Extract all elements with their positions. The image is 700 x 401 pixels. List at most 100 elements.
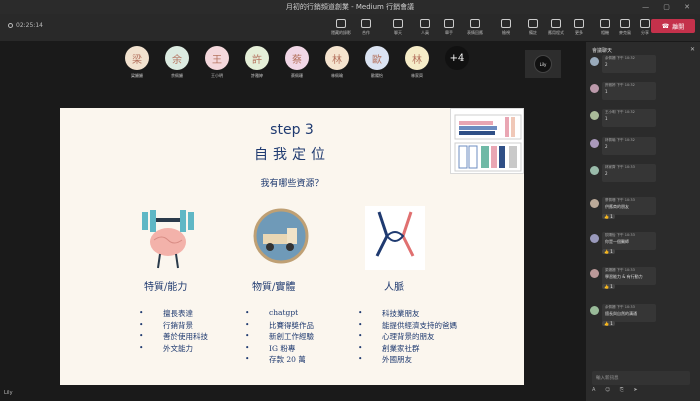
chat-compose-input[interactable]: 輸入新訊息	[592, 371, 690, 385]
reaction-badge[interactable]: 👍 1	[602, 284, 615, 289]
window-titlebar: 月初的行銷頻道創業 - Medium 行銷會議 — ▢ ✕	[0, 0, 700, 14]
record-icon	[336, 19, 346, 28]
truck-medallion-icon	[253, 208, 309, 264]
participant-name: 梁姍姍	[131, 73, 143, 78]
toolbar-button-4[interactable]: 舉手	[436, 17, 462, 39]
avatar	[590, 234, 599, 243]
participant-avatar[interactable]: 林林家齊	[404, 46, 430, 79]
bookshelf-illustration	[450, 108, 524, 174]
avatar	[590, 306, 599, 315]
reaction-badge[interactable]: 👍 1	[602, 214, 615, 219]
participant-avatar[interactable]: 蔡蔡佩珊	[284, 46, 310, 79]
toolbar-button-label: 備註	[529, 30, 537, 35]
column-heading-assets: 物質/實體	[252, 282, 296, 293]
participant-avatar[interactable]: 許許雅婷	[244, 46, 270, 79]
window-controls[interactable]: — ▢ ✕	[642, 0, 696, 14]
message-text: 供應商的朋友	[605, 204, 629, 209]
toolbar-button-label: 檢視	[502, 30, 510, 35]
message-sender: 梁姍姍 下午 10:33	[605, 268, 635, 272]
chat-message[interactable]: 許雅婷 下午 10:32 1	[590, 82, 698, 104]
raise-hand-icon	[444, 19, 454, 28]
reaction-icon	[470, 19, 480, 28]
list-item: 新創工作經驗	[245, 331, 314, 343]
close-icon[interactable]: ✕	[690, 46, 695, 53]
participant-avatar[interactable]: 林林佩瑜	[324, 46, 350, 79]
toolbar-button-label: 舉手	[445, 30, 453, 35]
toolbar-button-6[interactable]: 檢視	[493, 17, 519, 39]
toolbar-button-label: 麥克風	[619, 30, 631, 35]
reaction-badge[interactable]: 👍 1	[602, 321, 615, 326]
column-heading-network: 人脈	[384, 282, 404, 293]
chat-message[interactable]: 歐陽怡 下午 10:33 你是一個醫師 👍 1	[590, 232, 698, 254]
avatar	[590, 84, 599, 93]
toolbar-button-5[interactable]: 表情回應	[462, 17, 488, 39]
list-item: 擅長表達	[139, 308, 208, 320]
compose-toolbar[interactable]: A ☺ ⎘ ➤	[592, 387, 642, 393]
list-item: IG 粉專	[245, 343, 314, 355]
message-bubble: 蔡佩珊 下午 10:33 供應商的朋友	[602, 197, 656, 215]
participant-avatar[interactable]: 王王小明	[204, 46, 230, 79]
toolbar-button-label: 更多	[575, 30, 583, 35]
shared-slide: step 3 自我定位 我有哪些資源？ 特質/能力 物質/實體 人脈 擅長表達 …	[60, 108, 524, 385]
chat-panel: 會議聊天 ✕ 余佩姍 下午 10:32 2 許雅婷 下午 10:32 1 王小明 下午 …	[585, 42, 700, 401]
message-bubble: 王小明 下午 10:32 1	[602, 109, 656, 127]
avatar-initial: 許	[245, 46, 269, 70]
chat-message[interactable]: 王小明 下午 10:32 1	[590, 109, 698, 131]
collab-icon	[361, 19, 371, 28]
handshake-icon	[365, 206, 425, 270]
bookshelf-icon	[454, 114, 522, 172]
toolbar-button-label: 聊天	[394, 30, 402, 35]
reaction-badge[interactable]: 👍 1	[602, 249, 615, 254]
toolbar-button-1[interactable]: 合作	[353, 17, 379, 39]
list-item: 科技業朋友	[358, 308, 457, 320]
leave-button[interactable]: ☎ 離開	[651, 19, 695, 33]
chat-message[interactable]: 蔡佩珊 下午 10:33 供應商的朋友 👍 1	[590, 197, 698, 219]
participant-avatar[interactable]: +4	[444, 46, 470, 73]
chat-message[interactable]: 林佩瑜 下午 10:32 2	[590, 137, 698, 159]
message-bubble: 許雅婷 下午 10:32 1	[602, 82, 656, 100]
message-text: 擅長與自然的溝通	[605, 311, 637, 316]
avatar-initial: 林	[325, 46, 349, 70]
list-item: 善於使用科技	[139, 331, 208, 343]
participant-name: 王小明	[211, 73, 223, 78]
notes-icon	[528, 19, 538, 28]
slide-question: 我有哪些資源？	[260, 179, 324, 189]
participant-avatar[interactable]: 余余佩姍	[164, 46, 190, 79]
slide-title: 自我定位	[254, 147, 330, 163]
list-item: 創業家社群	[358, 343, 457, 355]
message-bubble: 歐陽怡 下午 10:33 你是一個醫師	[602, 232, 656, 250]
phone-icon: ☎	[661, 22, 670, 30]
toolbar-button-3[interactable]: 人員	[412, 17, 438, 39]
message-text: 2	[605, 62, 608, 67]
chat-message[interactable]: 余佩姍 下午 10:32 2	[590, 55, 698, 77]
avatar-initial: 梁	[125, 46, 149, 70]
avatar	[590, 166, 599, 175]
toolbar-button-label: 隱藏的錄影	[331, 30, 351, 35]
camera-icon	[600, 19, 610, 28]
message-text: 學習能力 & 有行動力	[605, 274, 643, 279]
toolbar-button-9[interactable]: 更多	[566, 17, 592, 39]
toolbar-button-label: 應用程式	[548, 30, 564, 35]
avatar-initial: +4	[445, 46, 469, 70]
avatar	[590, 199, 599, 208]
message-text: 1	[605, 89, 608, 94]
participant-avatar[interactable]: 歐歐陽怡	[364, 46, 390, 79]
window-title: 月初的行銷頻道創業 - Medium 行銷會議	[285, 3, 415, 11]
message-sender: 余佩姍 下午 10:33	[605, 305, 635, 309]
avatar-initial: 歐	[365, 46, 389, 70]
participant-avatar[interactable]: 梁梁姍姍	[124, 46, 150, 79]
self-avatar: Lily	[534, 55, 552, 73]
list-item: 能提供經濟支持的爸媽	[358, 320, 457, 332]
chat-icon	[393, 19, 403, 28]
toolbar-button-2[interactable]: 聊天	[385, 17, 411, 39]
chat-message[interactable]: 林家齊 下午 10:33 2	[590, 164, 698, 186]
chat-message[interactable]: 梁姍姍 下午 10:33 學習能力 & 有行動力 👍 1	[590, 267, 698, 289]
message-bubble: 梁姍姍 下午 10:33 學習能力 & 有行動力	[602, 267, 656, 285]
chat-message[interactable]: 余佩姍 下午 10:33 擅長與自然的溝通 👍 1	[590, 304, 698, 326]
self-video-tile[interactable]: Lily	[525, 50, 561, 78]
brain-dumbbell-icon	[142, 210, 194, 269]
toolbar-button-0[interactable]: 隱藏的錄影	[328, 17, 354, 39]
network-list: 科技業朋友 能提供經濟支持的爸媽 心理背景的朋友 創業家社群 外國朋友	[358, 308, 457, 366]
toolbar-button-label: 相機	[601, 30, 609, 35]
avatar-initial: 余	[165, 46, 189, 70]
